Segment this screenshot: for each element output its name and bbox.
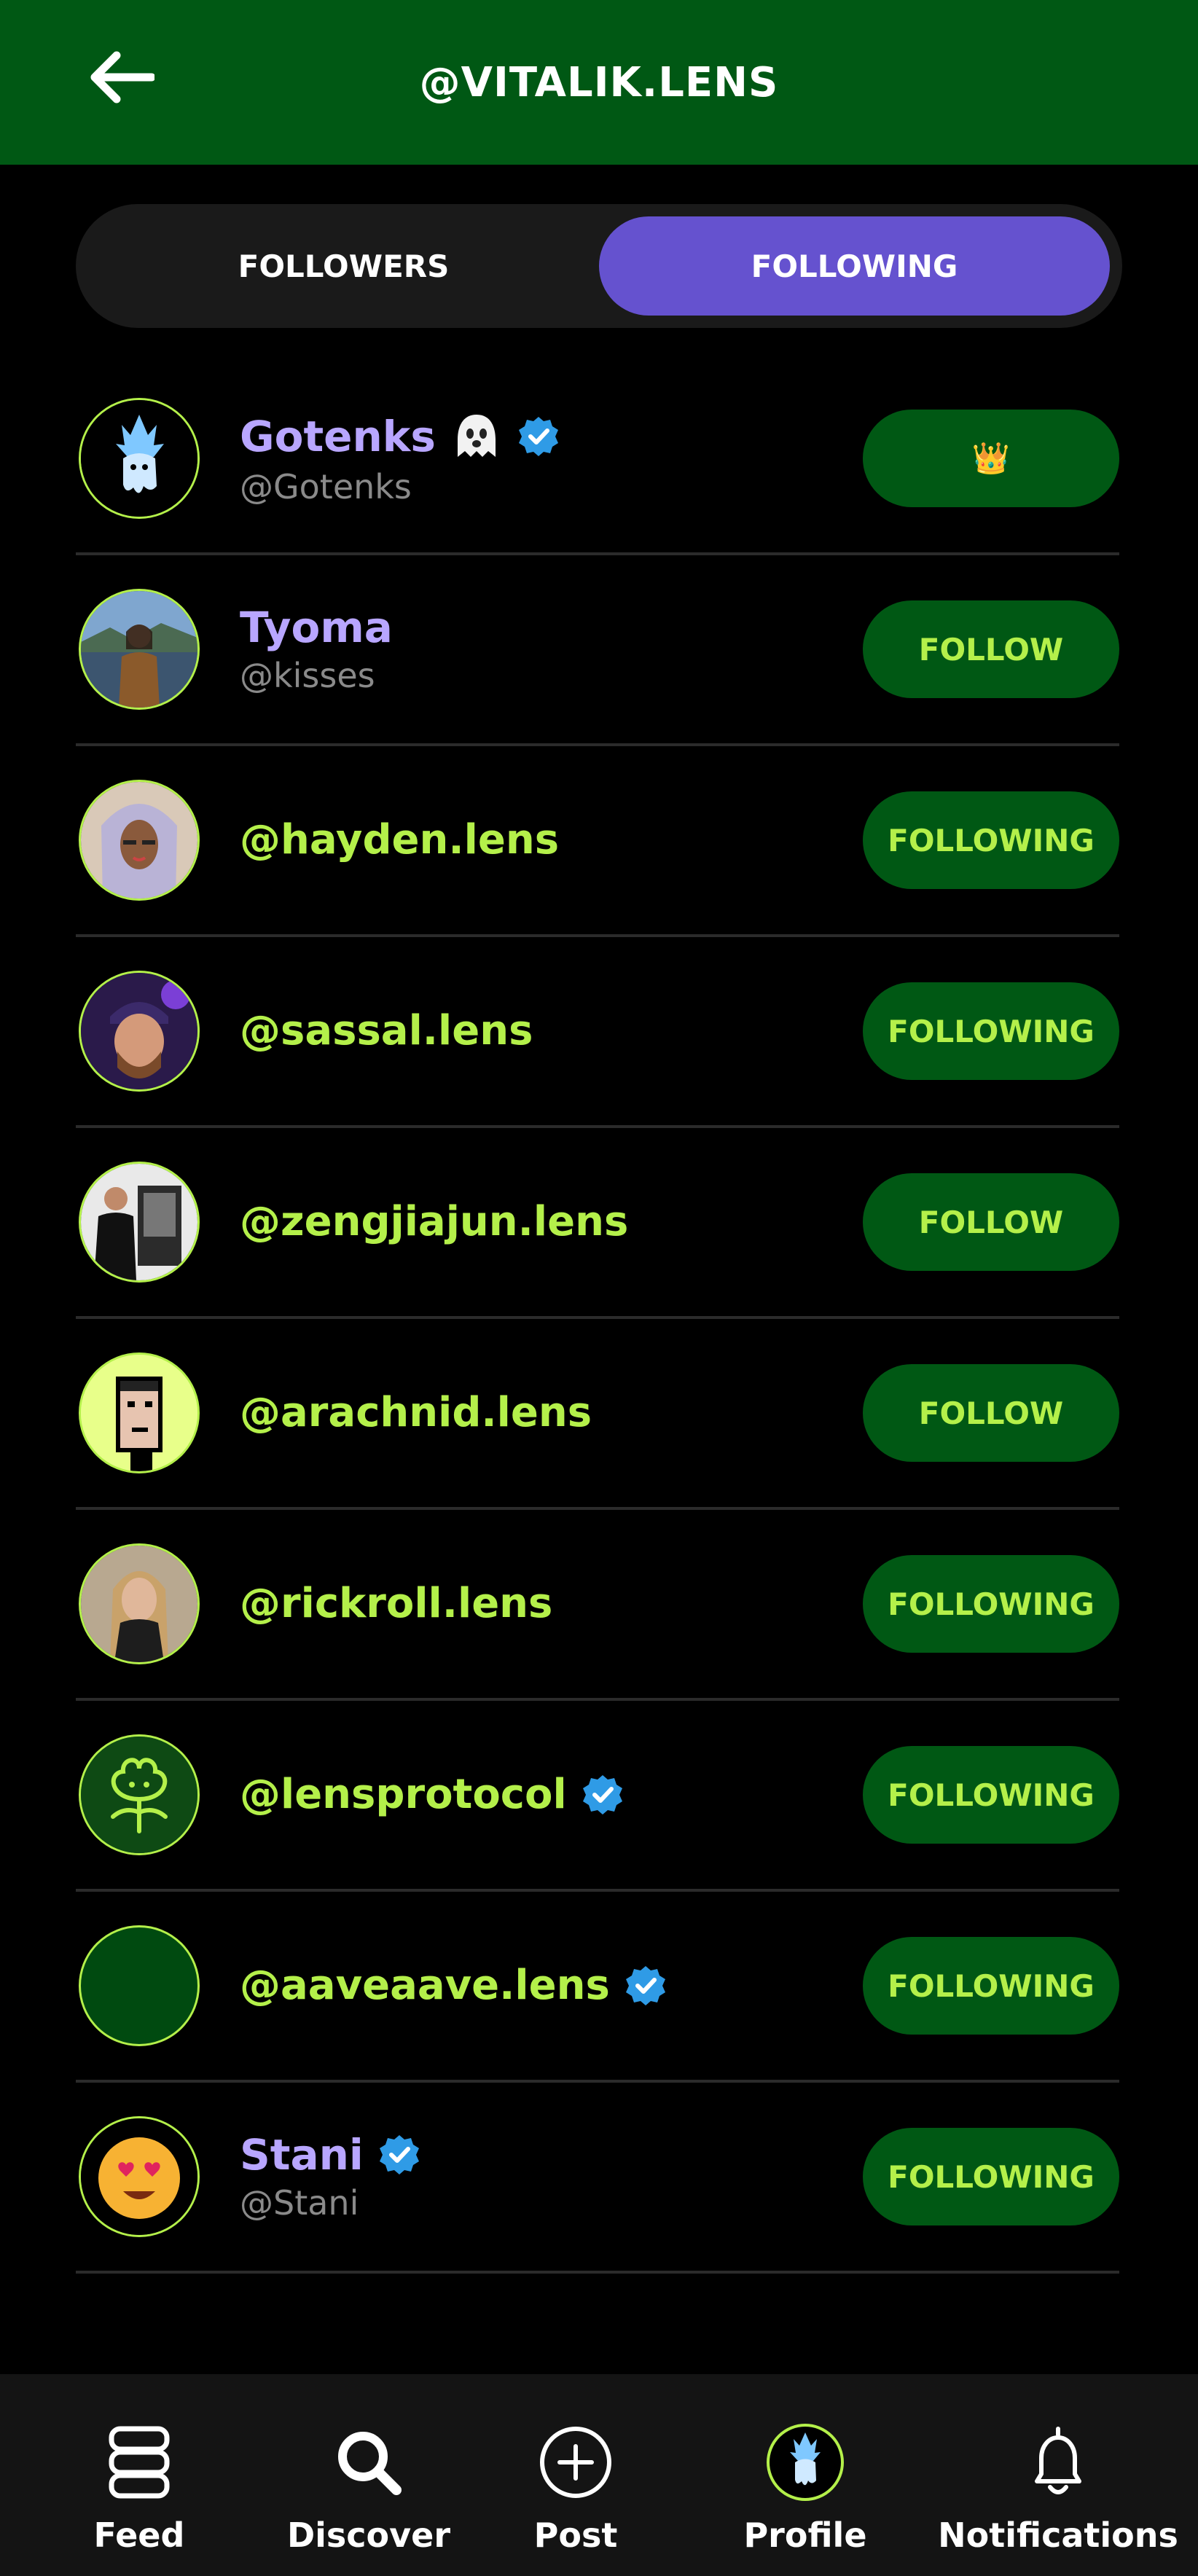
following-button[interactable]: FOLLOWING — [863, 1937, 1119, 2035]
arrow-left-icon — [90, 51, 154, 103]
avatar[interactable] — [79, 1734, 200, 1855]
avatar[interactable] — [79, 1543, 200, 1664]
list-item[interactable]: Stani @Stani FOLLOWING — [76, 2083, 1119, 2274]
user-handle-name[interactable]: @rickroll.lens — [240, 1580, 552, 1627]
tab-followers[interactable]: FOLLOWERS — [88, 216, 599, 316]
list-item[interactable]: Tyoma @kisses FOLLOW — [76, 555, 1119, 746]
avatar[interactable] — [79, 1352, 200, 1473]
follow-tabs: FOLLOWERS FOLLOWING — [76, 204, 1122, 328]
bell-icon — [1035, 2427, 1081, 2494]
nav-label: Discover — [286, 2516, 451, 2555]
list-item[interactable]: @sassal.lens FOLLOWING — [76, 937, 1119, 1128]
nav-profile[interactable]: Profile — [692, 2374, 918, 2576]
nav-label: Notifications — [938, 2516, 1178, 2555]
nav-discover[interactable]: Discover — [278, 2374, 459, 2576]
back-button[interactable] — [85, 47, 157, 108]
verified-badge-icon — [518, 417, 558, 456]
list-item[interactable]: @aaveaave.lens FOLLOWING — [76, 1892, 1119, 2083]
ghost-emoji-icon — [457, 415, 496, 457]
following-button[interactable]: FOLLOWING — [863, 1555, 1119, 1653]
avatar[interactable] — [79, 971, 200, 1092]
crown-button[interactable]: 👑 — [863, 410, 1119, 507]
following-button[interactable]: FOLLOWING — [863, 982, 1119, 1080]
page-title: @VITALIK.LENS — [419, 58, 779, 106]
list-item[interactable]: @rickroll.lens FOLLOWING — [76, 1510, 1119, 1701]
profile-avatar-icon — [767, 2424, 844, 2501]
top-header: @VITALIK.LENS — [0, 0, 1198, 165]
user-display-name[interactable]: Tyoma — [240, 603, 393, 652]
bottom-navigation: Feed Discover Post Profile Notifications — [0, 2374, 1198, 2576]
list-item[interactable]: @zengjiajun.lens FOLLOW — [76, 1128, 1119, 1319]
user-handle-name[interactable]: @lensprotocol — [240, 1771, 567, 1818]
nav-label: Feed — [93, 2516, 185, 2555]
following-button[interactable]: FOLLOWING — [863, 1746, 1119, 1844]
follow-button[interactable]: FOLLOW — [863, 1364, 1119, 1462]
user-handle-name[interactable]: @arachnid.lens — [240, 1389, 592, 1436]
follow-button[interactable]: FOLLOW — [863, 1173, 1119, 1271]
following-button[interactable]: FOLLOWING — [863, 791, 1119, 889]
nav-label: Profile — [743, 2516, 867, 2555]
list-item[interactable]: @arachnid.lens FOLLOW — [76, 1319, 1119, 1510]
user-handle-name[interactable]: @hayden.lens — [240, 816, 559, 864]
list-item[interactable]: @hayden.lens FOLLOWING — [76, 746, 1119, 937]
avatar[interactable] — [79, 2116, 200, 2237]
user-handle-name[interactable]: @zengjiajun.lens — [240, 1198, 628, 1245]
nav-feed[interactable]: Feed — [0, 2374, 278, 2576]
verified-badge-icon — [582, 1774, 622, 1814]
follow-button[interactable]: FOLLOW — [863, 600, 1119, 698]
following-list: Gotenks @Gotenks 👑 Tyoma @kisses FOLLOW … — [76, 364, 1119, 2274]
user-handle-name[interactable]: @aaveaave.lens — [240, 1962, 610, 2009]
verified-badge-icon — [379, 2135, 419, 2174]
user-handle: @Stani — [240, 2183, 359, 2223]
nav-post[interactable]: Post — [459, 2374, 692, 2576]
user-handle: @Gotenks — [240, 467, 412, 506]
avatar[interactable] — [79, 589, 200, 710]
avatar[interactable] — [79, 398, 200, 519]
verified-badge-icon — [625, 1965, 665, 2005]
avatar[interactable] — [79, 1162, 200, 1283]
tab-following[interactable]: FOLLOWING — [599, 216, 1110, 316]
feed-stack-icon — [109, 2426, 170, 2499]
search-icon — [338, 2432, 402, 2495]
list-item[interactable]: Gotenks @Gotenks 👑 — [76, 364, 1119, 555]
avatar[interactable] — [79, 780, 200, 901]
user-display-name[interactable]: Stani — [240, 2130, 364, 2180]
plus-circle-icon — [540, 2427, 611, 2498]
user-handle: @kisses — [240, 656, 375, 696]
following-button[interactable]: FOLLOWING — [863, 2128, 1119, 2225]
user-display-name[interactable]: Gotenks — [240, 412, 436, 461]
nav-label: Post — [533, 2516, 618, 2555]
list-item[interactable]: @lensprotocol FOLLOWING — [76, 1701, 1119, 1892]
nav-notifications[interactable]: Notifications — [918, 2374, 1198, 2576]
user-handle-name[interactable]: @sassal.lens — [240, 1007, 533, 1054]
avatar[interactable] — [79, 1925, 200, 2046]
